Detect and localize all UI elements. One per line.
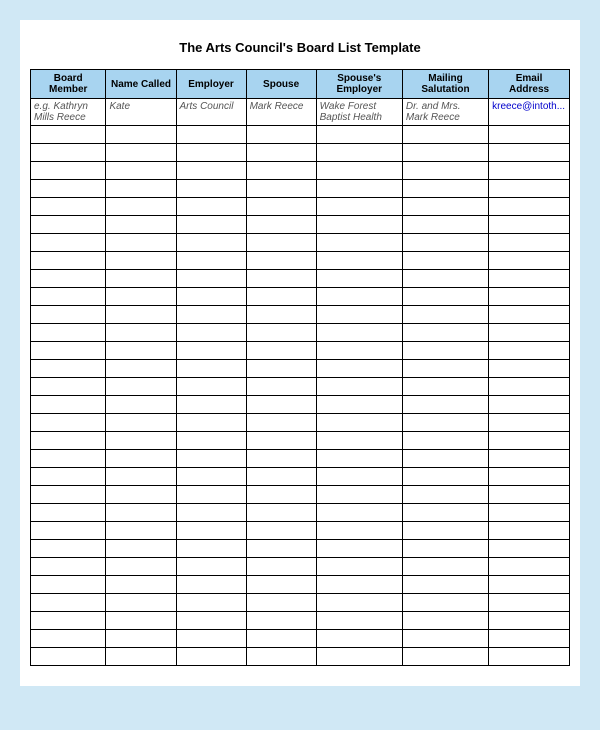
example-email-address: kreece@intoth...	[489, 99, 570, 126]
page-title: The Arts Council's Board List Template	[30, 40, 570, 55]
table-row	[31, 594, 570, 612]
header-employer: Employer	[176, 70, 246, 99]
header-name-called: Name Called	[106, 70, 176, 99]
table-row	[31, 270, 570, 288]
table-row	[31, 558, 570, 576]
example-mailing-salutation: Dr. and Mrs. Mark Reece	[402, 99, 488, 126]
header-row: BoardMember Name Called Employer Spouse …	[31, 70, 570, 99]
table-row	[31, 144, 570, 162]
example-spouse: Mark Reece	[246, 99, 316, 126]
table-row	[31, 486, 570, 504]
table-row	[31, 450, 570, 468]
table-row	[31, 414, 570, 432]
table-row	[31, 648, 570, 666]
board-table: BoardMember Name Called Employer Spouse …	[30, 69, 570, 666]
table-row	[31, 612, 570, 630]
table-row	[31, 216, 570, 234]
table-row	[31, 126, 570, 144]
header-spouse: Spouse	[246, 70, 316, 99]
table-row	[31, 576, 570, 594]
header-board-member: BoardMember	[31, 70, 106, 99]
table-row	[31, 162, 570, 180]
table-row	[31, 396, 570, 414]
example-row: e.g. Kathryn Mills Reece Kate Arts Counc…	[31, 99, 570, 126]
example-employer: Arts Council	[176, 99, 246, 126]
table-row	[31, 360, 570, 378]
header-mailing-salutation: MailingSalutation	[402, 70, 488, 99]
header-spouses-employer: Spouse'sEmployer	[316, 70, 402, 99]
header-email-address: EmailAddress	[489, 70, 570, 99]
example-spouses-employer: Wake Forest Baptist Health	[316, 99, 402, 126]
table-row	[31, 234, 570, 252]
table-row	[31, 198, 570, 216]
table-row	[31, 324, 570, 342]
table-row	[31, 540, 570, 558]
table-row	[31, 522, 570, 540]
table-row	[31, 180, 570, 198]
example-name-called: Kate	[106, 99, 176, 126]
table-row	[31, 306, 570, 324]
example-board-member: e.g. Kathryn Mills Reece	[31, 99, 106, 126]
table-row	[31, 630, 570, 648]
table-row	[31, 378, 570, 396]
table-row	[31, 504, 570, 522]
table-row	[31, 252, 570, 270]
table-row	[31, 432, 570, 450]
table-row	[31, 468, 570, 486]
page-container: The Arts Council's Board List Template B…	[20, 20, 580, 686]
table-row	[31, 288, 570, 306]
table-row	[31, 342, 570, 360]
